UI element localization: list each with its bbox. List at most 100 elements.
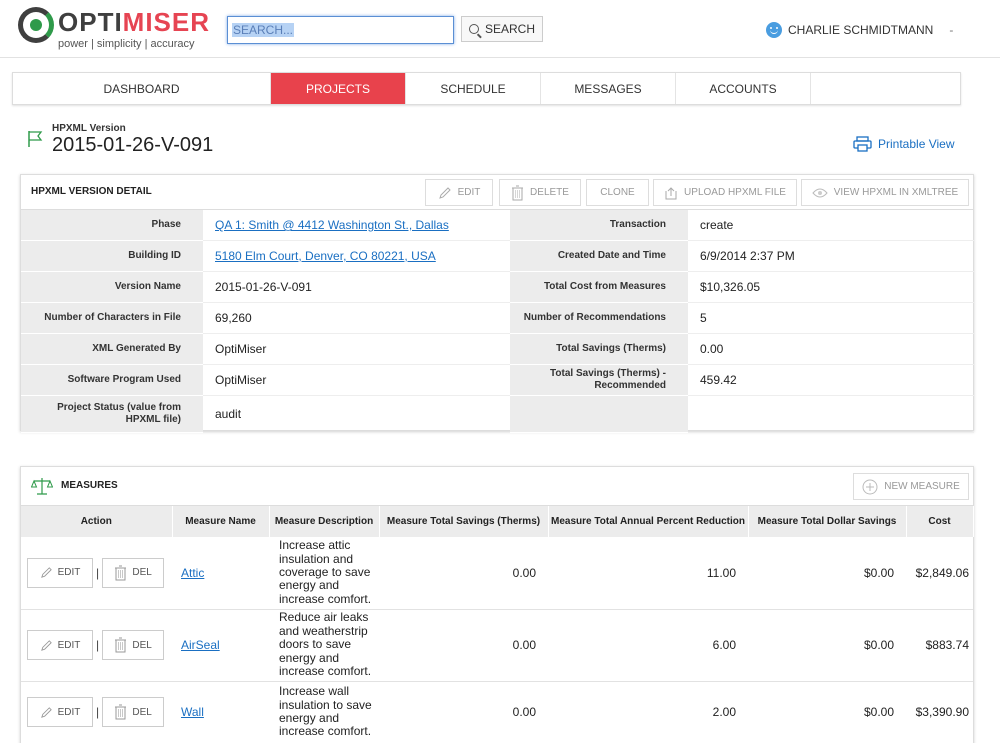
clone-version-label: CLONE	[600, 187, 635, 198]
nav-projects[interactable]: PROJECTS	[271, 73, 406, 104]
detail-left-label-6: Project Status (value from HPXML file)	[21, 396, 203, 433]
measure-delete-button[interactable]: DEL	[102, 630, 165, 660]
detail-right-label-text-5: Total Savings (Therms) - Recommended	[550, 368, 666, 391]
top-bar: OPTIMISER power | simplicity | accuracy …	[0, 0, 1000, 58]
measure-description-line: increase comfort.	[279, 664, 372, 679]
detail-left-value-5: OptiMiser	[203, 365, 510, 396]
col-measure-description: Measure Description	[269, 506, 380, 537]
detail-left-label-0: Phase	[21, 210, 203, 241]
nav-accounts[interactable]: ACCOUNTS	[676, 73, 811, 104]
measure-name-link[interactable]: Attic	[172, 566, 204, 580]
measure-description: Increase wall insulation to save energy an…	[269, 681, 379, 743]
delete-version-button[interactable]: DELETE	[499, 179, 581, 206]
detail-right-label-text-3: Number of Recommendations	[523, 312, 666, 323]
pencil-icon	[40, 706, 52, 718]
clone-version-button[interactable]: CLONE	[586, 179, 649, 206]
pencil-icon	[40, 567, 52, 579]
detail-left-label-4: XML Generated By	[21, 334, 203, 365]
user-menu-caret-icon: -	[949, 23, 954, 37]
detail-left-label-5: Software Program Used	[21, 365, 203, 396]
col-total-savings-therms: Measure Total Savings (Therms)	[379, 506, 549, 537]
measure-name-link[interactable]: Wall	[172, 705, 204, 719]
detail-left-label-1: Building ID	[21, 241, 203, 272]
measure-description-line: Increase attic	[279, 538, 351, 553]
detail-grid: Phase QA 1: Smith @ 4412 Washington St., …	[21, 210, 974, 433]
detail-link-1[interactable]: 5180 Elm Court, Denver, CO 80221, USA	[215, 249, 436, 263]
upload-hpxml-button[interactable]: UPLOAD HPXML FILE	[653, 179, 797, 206]
detail-right-value-1: 6/9/2014 2:37 PM	[688, 241, 974, 272]
detail-right-label-2: Total Cost from Measures	[510, 272, 688, 303]
nav-messages[interactable]: MESSAGES	[541, 73, 676, 104]
measure-delete-label: DEL	[132, 567, 152, 579]
detail-right-value-text-2: $10,326.05	[700, 280, 761, 294]
measure-description: Increase attic insulation and coverage to …	[269, 537, 379, 610]
measure-edit-label: EDIT	[57, 567, 81, 579]
detail-left-label-text-6: Project Status (value from HPXML file)	[57, 402, 181, 425]
detail-left-label-text-3: Number of Characters in File	[44, 312, 181, 323]
upload-hpxml-label: UPLOAD HPXML FILE	[684, 187, 786, 198]
main-nav: DASHBOARD PROJECTS SCHEDULE MESSAGES ACC…	[12, 72, 961, 105]
measure-dollar: $0.00	[748, 681, 906, 743]
detail-left-label-text-5: Software Program Used	[67, 374, 181, 385]
measure-edit-button[interactable]: EDIT	[27, 630, 93, 660]
view-xmltree-label: VIEW HPXML IN XMLTREE	[833, 187, 959, 198]
measure-description-line: coverage to save	[279, 565, 371, 580]
edit-version-label: EDIT	[457, 187, 481, 198]
detail-left-value-text-4: OptiMiser	[215, 342, 267, 356]
trash-icon	[115, 637, 127, 653]
measure-name-cell: Attic	[172, 537, 269, 610]
measure-edit-label: EDIT	[57, 706, 81, 718]
measure-name-link[interactable]: AirSeal	[172, 638, 220, 652]
search-button[interactable]: SEARCH	[461, 16, 543, 42]
nav-schedule[interactable]: SCHEDULE	[406, 73, 541, 104]
trash-icon	[115, 565, 127, 581]
search-icon	[468, 24, 479, 34]
measures-panel-title: MEASURES	[61, 480, 118, 491]
measure-delete-label: DEL	[132, 706, 152, 718]
detail-left-value-4: OptiMiser	[203, 334, 510, 365]
measure-cost: $2,849.06	[906, 537, 973, 610]
detail-left-value-2: 2015-01-26-V-091	[203, 272, 510, 303]
detail-left-value-text-3: 69,260	[215, 311, 252, 325]
detail-right-value-3: 5	[688, 303, 974, 334]
action-separator: |	[96, 705, 100, 719]
detail-right-value-2: $10,326.05	[688, 272, 974, 303]
measure-delete-button[interactable]: DEL	[102, 697, 165, 727]
measure-cost: $3,390.90	[906, 681, 973, 743]
pencil-icon	[438, 186, 451, 199]
user-avatar-icon	[766, 22, 782, 38]
optimiser-logo[interactable]: OPTIMISER power | simplicity | accuracy	[18, 5, 209, 53]
detail-right-label-3: Number of Recommendations	[510, 303, 688, 334]
upload-icon	[665, 186, 677, 199]
user-menu[interactable]: CHARLIE SCHMIDTMANN -	[766, 22, 953, 38]
measure-dollar: $0.00	[748, 537, 906, 610]
measure-row: EDIT | DEL Attic Increase attic insulation an…	[21, 537, 973, 610]
view-xmltree-button[interactable]: VIEW HPXML IN XMLTREE	[801, 179, 969, 206]
nav-dashboard[interactable]: DASHBOARD	[13, 73, 271, 104]
user-name: CHARLIE SCHMIDTMANN	[788, 23, 934, 37]
new-measure-button[interactable]: NEW MEASURE	[853, 473, 969, 500]
measures-table-body: EDIT | DEL Attic Increase attic insulation an…	[21, 537, 973, 743]
measure-edit-button[interactable]: EDIT	[27, 697, 93, 727]
detail-right-value-text-0: create	[700, 218, 734, 232]
detail-right-label-text-4: Total Savings (Therms)	[556, 343, 666, 354]
measures-table-header: Action Measure Name Measure Description …	[21, 506, 974, 537]
measure-description-line: insulation to save	[279, 697, 372, 712]
edit-version-button[interactable]: EDIT	[425, 179, 493, 206]
measure-edit-button[interactable]: EDIT	[27, 557, 93, 588]
detail-right-label-6	[510, 396, 688, 433]
printable-view-link[interactable]: Printable View	[853, 136, 955, 152]
eye-icon	[812, 188, 828, 197]
detail-right-label-0: Transaction	[510, 210, 688, 241]
measure-description-line: increase comfort.	[279, 591, 372, 606]
action-separator: |	[96, 638, 100, 652]
detail-left-value-1: 5180 Elm Court, Denver, CO 80221, USA	[203, 241, 510, 272]
measure-name-cell: AirSeal	[172, 609, 269, 682]
measure-description-line: energy and	[279, 578, 340, 593]
measure-percent: 6.00	[548, 609, 748, 682]
detail-right-label-1: Created Date and Time	[510, 241, 688, 272]
detail-left-label-text-0: Phase	[151, 219, 181, 230]
detail-link-0[interactable]: QA 1: Smith @ 4412 Washington St., Dalla…	[215, 218, 449, 232]
measure-delete-button[interactable]: DEL	[102, 557, 165, 588]
